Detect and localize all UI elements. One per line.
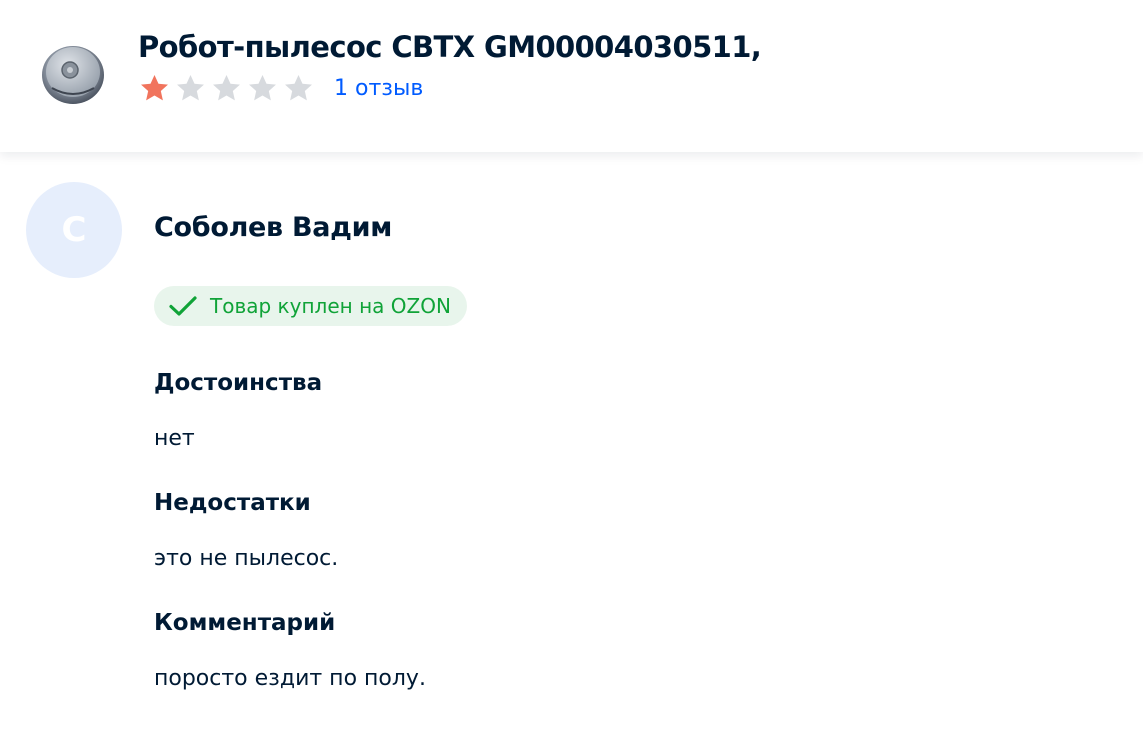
review-card: С Соболев Вадим Товар куплен на OZON Дос…: [0, 152, 1143, 746]
star-filled-icon: [141, 74, 168, 100]
pros-title: Достоинства: [154, 370, 323, 396]
product-header: Робот-пылесос CBTX GM00004030511, 1 отзы…: [0, 0, 1143, 152]
comment-text: поросто ездит по полу.: [154, 666, 426, 691]
star-empty-icon: [177, 74, 204, 100]
star-empty-icon: [285, 74, 312, 100]
checkmark-icon: [169, 296, 197, 316]
comment-title: Комментарий: [154, 610, 336, 636]
cons-text: это не пылесос.: [154, 546, 339, 571]
cons-title: Недостатки: [154, 490, 311, 516]
avatar: С: [26, 182, 122, 278]
badge-label: Товар куплен на OZON: [210, 294, 451, 318]
product-rating: 1 отзыв: [138, 70, 423, 106]
product-thumbnail[interactable]: [40, 40, 106, 106]
verified-purchase-badge: Товар куплен на OZON: [154, 286, 467, 326]
author-name: Соболев Вадим: [154, 212, 393, 243]
robot-vacuum-icon: [42, 46, 104, 104]
product-title[interactable]: Робот-пылесос CBTX GM00004030511,: [138, 30, 762, 64]
star-empty-icon: [213, 74, 240, 100]
pros-text: нет: [154, 426, 195, 451]
review-count-link[interactable]: 1 отзыв: [334, 76, 423, 101]
star-empty-icon: [249, 74, 276, 100]
